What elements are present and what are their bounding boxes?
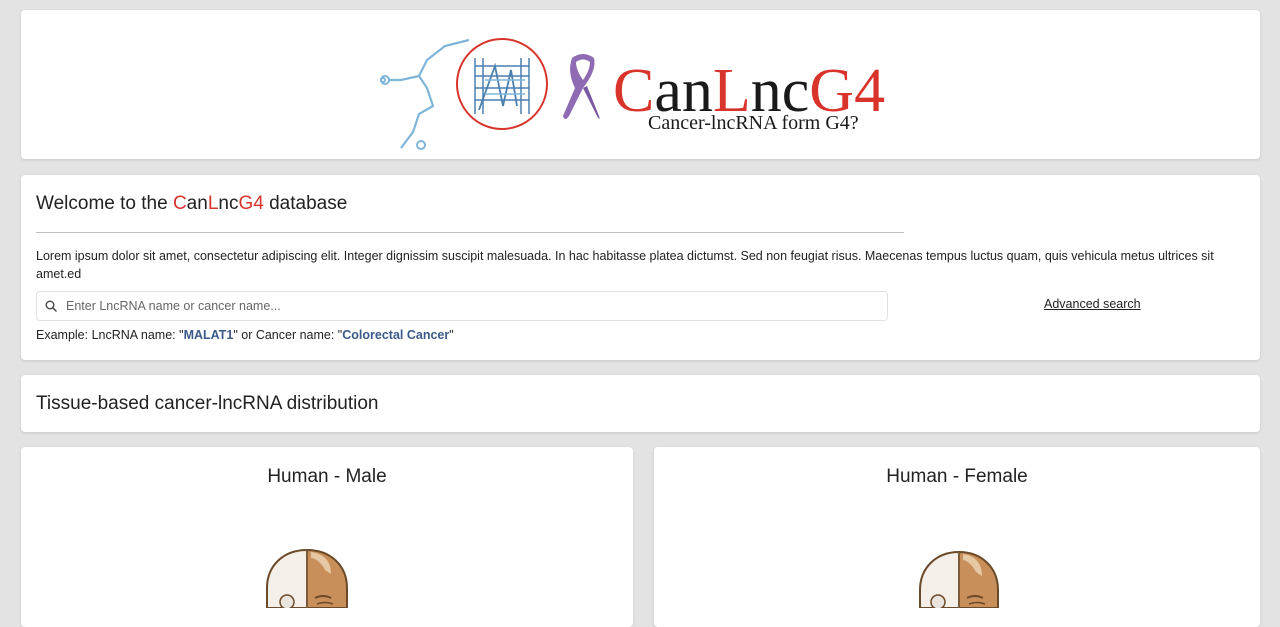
welcome-brand-nc: nc [218,193,239,214]
brand-tagline: Cancer-lncRNA form G4? [648,112,859,134]
welcome-title-prefix: Welcome to the [36,193,173,214]
rna-node-icon [380,75,426,150]
g-quadruplex-circle-icon [456,38,548,130]
example-prefix: Example: LncRNA name: " [36,328,184,342]
welcome-title-suffix: database [263,193,348,214]
awareness-ribbon-icon [563,54,600,119]
example-mid: " or Cancer name: " [233,328,343,342]
welcome-brand-c: C [172,193,187,214]
search-box[interactable] [36,291,888,321]
divider [36,232,904,233]
search-icon [45,300,57,312]
welcome-brand-g4: G4 [238,193,264,214]
welcome-card: Welcome to the CanLncG4 database Lorem i… [21,175,1260,360]
male-anatomy-head-icon[interactable] [265,548,349,608]
search-example: Example: LncRNA name: "MALAT1" or Cancer… [36,328,454,342]
female-anatomy-head-icon[interactable] [916,548,1002,608]
welcome-description: Lorem ipsum dolor sit amet, consectetur … [36,249,1214,281]
welcome-brand-an: an [186,193,208,214]
welcome-title: Welcome to the CanLncG4 database [36,193,347,215]
female-body-title: Human - Female [886,466,1028,487]
example-cancer-link[interactable]: Colorectal Cancer [342,328,449,342]
male-body-card: Human - Male [21,447,633,627]
canlncg4-logo: CanLncG4 Cancer-lncRNA form G4? [380,38,885,150]
search-input[interactable] [64,293,883,319]
tissue-section-title: Tissue-based cancer-lncRNA distribution [36,393,379,414]
example-lncrna-link[interactable]: MALAT1 [184,328,234,342]
advanced-search-link[interactable]: Advanced search [1044,297,1141,311]
welcome-brand-l: L [207,193,219,214]
male-body-title: Human - Male [267,466,387,487]
female-body-card: Human - Female [654,447,1260,627]
logo-card: CanLncG4 Cancer-lncRNA form G4? [21,10,1260,159]
rna-strand-icon [387,38,470,149]
tissue-section-card: Tissue-based cancer-lncRNA distribution [21,375,1260,432]
example-suffix: " [449,328,454,342]
